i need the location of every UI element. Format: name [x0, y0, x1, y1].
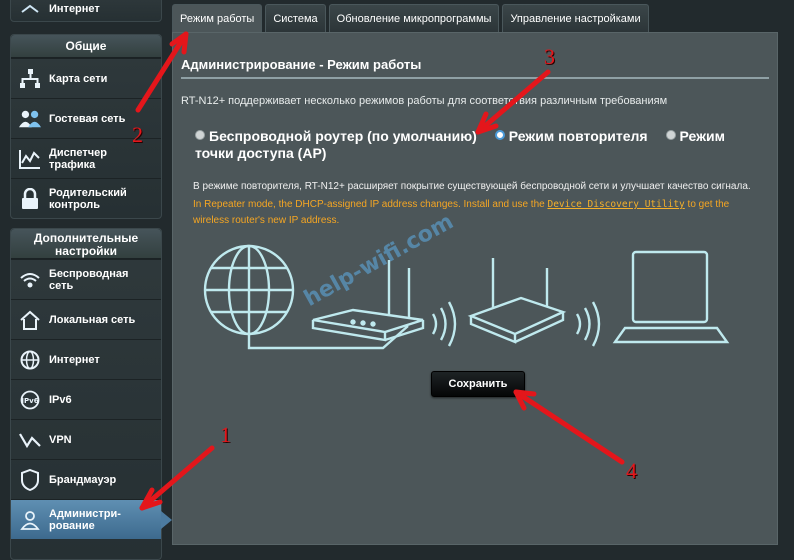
sidebar-item-label: Диспетчер трафика — [49, 146, 107, 171]
lock-icon — [19, 187, 41, 210]
network-map-icon — [19, 68, 41, 90]
annotation-number-2: 2 — [132, 122, 143, 147]
sidebar-item-lan[interactable]: Локальная сеть — [11, 299, 161, 339]
mode-label: Беспроводной роутер (по умолчанию) — [209, 128, 477, 144]
sidebar-item-label: Родительский контроль — [49, 186, 127, 211]
sidebar-item-label: Локальная сеть — [49, 313, 136, 326]
users-icon — [19, 108, 41, 130]
tab-firmware-upgrade[interactable]: Обновление микропрограммы — [328, 4, 500, 32]
sidebar-item-label: VPN — [49, 433, 72, 446]
annotation-number-4: 4 — [626, 458, 637, 483]
globe-icon — [203, 244, 295, 336]
mode-option-repeater[interactable]: Режим повторителя — [494, 128, 652, 144]
page-description: RT-N12+ поддерживает несколько режимов р… — [181, 95, 668, 107]
annotation-number-1: 1 — [220, 422, 231, 447]
ipv6-icon: IPv6 — [19, 389, 41, 411]
sidebar-item-network-map[interactable]: Карта сети — [11, 58, 161, 98]
sidebar-group-advanced: Дополнительные настройки Беспроводная се… — [10, 228, 172, 560]
sidebar-item-wireless[interactable]: Беспроводная сеть — [11, 259, 161, 299]
repeater-diagram — [203, 244, 730, 350]
sidebar-item-label: Интернет — [49, 353, 100, 366]
tab-system[interactable]: Система — [265, 4, 326, 32]
signal-waves-icon — [575, 301, 601, 347]
sidebar-item-parental-control[interactable]: Родительский контроль — [11, 178, 161, 218]
traffic-chart-icon — [19, 148, 41, 170]
page-title: Администрирование - Режим работы — [181, 57, 422, 72]
svg-text:IPv6: IPv6 — [21, 397, 38, 405]
save-button[interactable]: Сохранить — [431, 371, 525, 397]
sidebar-item-label: Карта сети — [49, 72, 108, 85]
title-divider — [181, 77, 769, 79]
sidebar-item-vpn[interactable]: VPN — [11, 419, 161, 459]
globe-icon — [19, 349, 41, 371]
sidebar-item-label: Интернет — [49, 3, 100, 15]
device-discovery-link[interactable]: Device Discovery Utility — [547, 199, 684, 210]
tab-bar: Режим работы Система Обновление микропро… — [172, 4, 652, 33]
wifi-icon — [19, 4, 41, 14]
sidebar-item-label: Гостевая сеть — [49, 112, 126, 125]
sidebar-item-label: Беспроводная сеть — [49, 267, 129, 292]
sidebar-item-label: Брандмауэр — [49, 473, 117, 486]
note-prefix: In Repeater mode, the DHCP-assigned IP a… — [193, 199, 545, 210]
sidebar-item-internet[interactable]: Интернет — [11, 339, 161, 379]
sidebar-group-title: Общие — [11, 35, 161, 58]
wifi-icon — [19, 269, 41, 291]
shield-icon — [19, 468, 41, 491]
main-panel: Администрирование - Режим работы RT-N12+… — [172, 32, 778, 545]
sidebar-item-ipv6[interactable]: IPv6 IPv6 — [11, 379, 161, 419]
signal-waves-icon — [431, 301, 457, 347]
radio-icon[interactable] — [665, 130, 676, 140]
sidebar-item-label: Администри-рование — [49, 507, 121, 532]
admin-user-icon — [19, 509, 41, 531]
sidebar: Интернет Общие Карта сети Гостевая сеть … — [0, 0, 172, 560]
sidebar-item-firewall[interactable]: Брандмауэр — [11, 459, 161, 499]
vpn-icon — [19, 429, 41, 451]
repeater-note-en: In Repeater mode, the DHCP-assigned IP a… — [193, 197, 768, 229]
mode-selector: Беспроводной роутер (по умолчанию) Режим… — [195, 128, 755, 162]
repeater-router-icon — [467, 258, 567, 344]
sidebar-group-title: Дополнительные настройки — [11, 229, 161, 259]
mode-option-router[interactable]: Беспроводной роутер (по умолчанию) — [195, 128, 481, 144]
repeater-note: В режиме повторителя, RT-N12+ расширяет … — [193, 181, 751, 192]
radio-icon[interactable] — [195, 130, 205, 140]
tab-operation-mode[interactable]: Режим работы — [172, 4, 263, 33]
sidebar-item-internet-top[interactable]: Интернет — [10, 0, 162, 22]
home-icon — [19, 309, 41, 331]
sidebar-item-administration[interactable]: Администри-рование — [11, 499, 172, 539]
laptop-icon — [612, 250, 730, 344]
mode-label: Режим повторителя — [508, 128, 648, 144]
annotation-number-3: 3 — [544, 44, 555, 69]
sidebar-item-label: IPv6 — [49, 393, 72, 406]
radio-selected-icon[interactable] — [494, 130, 505, 140]
tab-settings-management[interactable]: Управление настройками — [502, 4, 649, 32]
